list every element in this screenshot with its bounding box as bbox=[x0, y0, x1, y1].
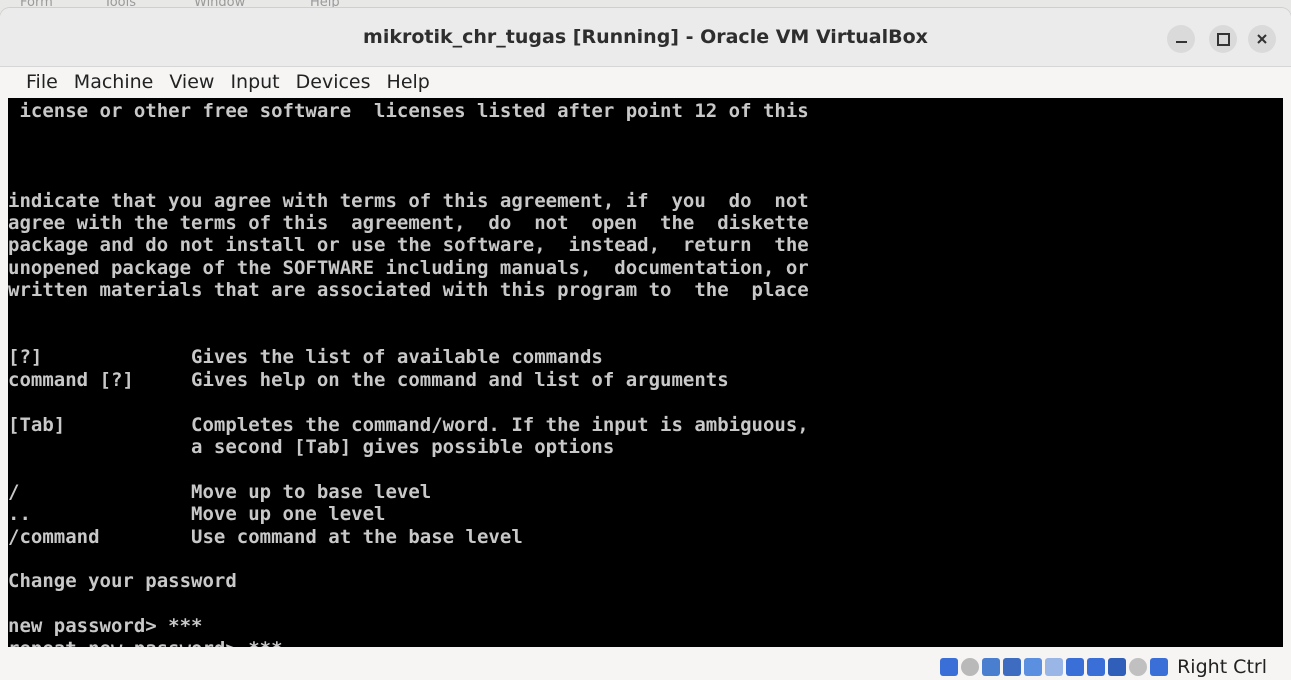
display-icon[interactable] bbox=[1066, 658, 1085, 676]
keyboard-capture-icon[interactable] bbox=[1150, 658, 1169, 676]
optical-drive-icon[interactable] bbox=[961, 658, 980, 676]
console-line: new password> *** bbox=[8, 615, 203, 638]
close-icon bbox=[1257, 34, 1267, 44]
console-line: Change your password bbox=[8, 570, 237, 593]
menu-file[interactable]: File bbox=[18, 67, 66, 97]
console-line: agree with the terms of this agreement, … bbox=[8, 212, 809, 234]
usb-icon[interactable] bbox=[1024, 658, 1043, 676]
virtualbox-window: mikrotik_chr_tugas [Running] - Oracle VM… bbox=[0, 8, 1291, 680]
menu-machine[interactable]: Machine bbox=[66, 67, 162, 97]
recording-icon[interactable] bbox=[1087, 658, 1106, 676]
host-key-label[interactable]: Right Ctrl bbox=[1177, 656, 1267, 678]
console-line: command [?] Gives help on the command an… bbox=[8, 368, 729, 391]
console-line: / Move up to base level bbox=[8, 480, 432, 503]
menu-input[interactable]: Input bbox=[222, 67, 287, 97]
title-bar[interactable]: mikrotik_chr_tugas [Running] - Oracle VM… bbox=[0, 8, 1291, 67]
maximize-icon bbox=[1216, 32, 1230, 46]
vm-console-screen[interactable]: icense or other free software licenses l… bbox=[8, 98, 1283, 647]
minimize-icon bbox=[1175, 41, 1187, 43]
console-line: [Tab] Completes the command/word. If the… bbox=[8, 413, 809, 436]
menu-devices[interactable]: Devices bbox=[288, 67, 379, 97]
close-button[interactable] bbox=[1248, 25, 1276, 53]
console-line: package and do not install or use the so… bbox=[8, 234, 809, 257]
menu-view[interactable]: View bbox=[161, 67, 222, 97]
shared-folders-icon[interactable] bbox=[1045, 658, 1064, 676]
console-line: written materials that are associated wi… bbox=[8, 279, 809, 302]
console-line: [?] Gives the list of available commands bbox=[8, 346, 603, 369]
menu-bar: File Machine View Input Devices Help bbox=[0, 67, 1291, 97]
window-title: mikrotik_chr_tugas [Running] - Oracle VM… bbox=[363, 26, 928, 48]
console-line: a second [Tab] gives possible options bbox=[8, 436, 615, 458]
minimize-button[interactable] bbox=[1167, 25, 1195, 53]
network-icon[interactable] bbox=[1003, 658, 1022, 676]
console-line: .. Move up one level bbox=[8, 503, 386, 526]
console-line: icense or other free software licenses l… bbox=[8, 100, 809, 122]
status-bar: Right Ctrl bbox=[0, 647, 1291, 680]
status-tray: Right Ctrl bbox=[940, 656, 1267, 678]
console-line: /command Use command at the base level bbox=[8, 525, 523, 548]
menu-help[interactable]: Help bbox=[379, 67, 438, 97]
hard-disk-icon[interactable] bbox=[940, 658, 959, 676]
audio-icon[interactable] bbox=[982, 658, 1001, 676]
mouse-integration-icon[interactable] bbox=[1129, 658, 1148, 676]
maximize-button[interactable] bbox=[1209, 25, 1237, 53]
console-line: repeat new password> ***_ bbox=[8, 638, 294, 647]
console-line: unopened package of the SOFTWARE includi… bbox=[8, 256, 809, 279]
cpu-icon[interactable] bbox=[1108, 658, 1127, 676]
console-line: indicate that you agree with terms of th… bbox=[8, 189, 809, 212]
